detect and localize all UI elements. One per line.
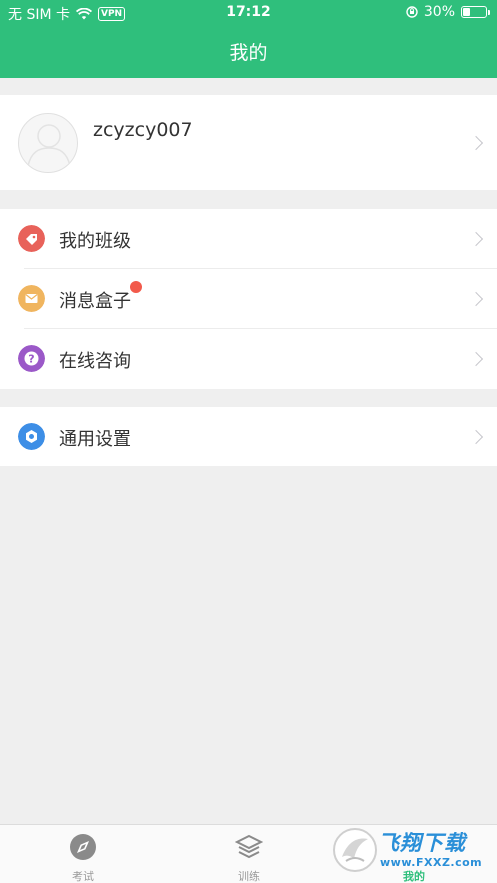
menu-group: 我的班级 消息盒子 ? 在线咨询 xyxy=(0,209,497,389)
compass-icon xyxy=(70,834,96,860)
tag-icon xyxy=(18,225,45,252)
mail-icon xyxy=(18,285,45,312)
status-bar: 无 SIM 卡 VPN 17:12 30% xyxy=(0,0,497,26)
username: zcyzcy007 xyxy=(93,119,193,141)
watermark-brand: 飞翔下载 xyxy=(378,831,466,855)
chevron-right-icon xyxy=(468,291,484,307)
chevron-right-icon xyxy=(468,231,484,247)
rotation-lock-icon xyxy=(406,6,418,18)
tab-training[interactable]: 训练 xyxy=(166,825,332,883)
layers-icon xyxy=(235,834,263,859)
question-icon: ? xyxy=(18,345,45,372)
chevron-right-icon xyxy=(468,351,484,367)
menu-item-label: 在线咨询 xyxy=(59,351,131,372)
menu-item-message-box[interactable]: 消息盒子 xyxy=(0,269,497,329)
avatar[interactable] xyxy=(18,113,78,173)
menu-item-general-settings[interactable]: 通用设置 xyxy=(0,407,497,467)
watermark-url: www.FXXZ.com xyxy=(380,856,483,869)
watermark-logo: 飞翔下载 www.FXXZ.com xyxy=(330,825,490,875)
battery-icon xyxy=(461,6,490,18)
settings-icon xyxy=(18,423,45,450)
tab-label: 训练 xyxy=(238,870,260,883)
tab-label: 考试 xyxy=(72,870,94,883)
chevron-right-icon xyxy=(468,429,484,445)
svg-text:?: ? xyxy=(28,353,34,366)
chevron-right-icon xyxy=(468,135,484,151)
battery-percent: 30% xyxy=(423,4,455,20)
menu-item-online-consult[interactable]: ? 在线咨询 xyxy=(0,329,497,389)
notification-badge xyxy=(130,281,142,293)
profile-card[interactable]: zcyzcy007 xyxy=(0,95,497,190)
page-title: 我的 xyxy=(229,42,268,64)
default-avatar-icon xyxy=(27,124,71,167)
menu-item-label: 我的班级 xyxy=(59,231,131,252)
watermark-emblem-icon xyxy=(333,828,377,872)
menu-item-my-class[interactable]: 我的班级 xyxy=(0,209,497,269)
battery-level-fill xyxy=(463,8,470,16)
menu-item-label: 消息盒子 xyxy=(59,291,131,312)
app-header: 无 SIM 卡 VPN 17:12 30% 我的 xyxy=(0,0,497,78)
tab-exam[interactable]: 考试 xyxy=(0,825,166,883)
menu-item-label: 通用设置 xyxy=(59,429,131,450)
settings-group: 通用设置 xyxy=(0,407,497,466)
